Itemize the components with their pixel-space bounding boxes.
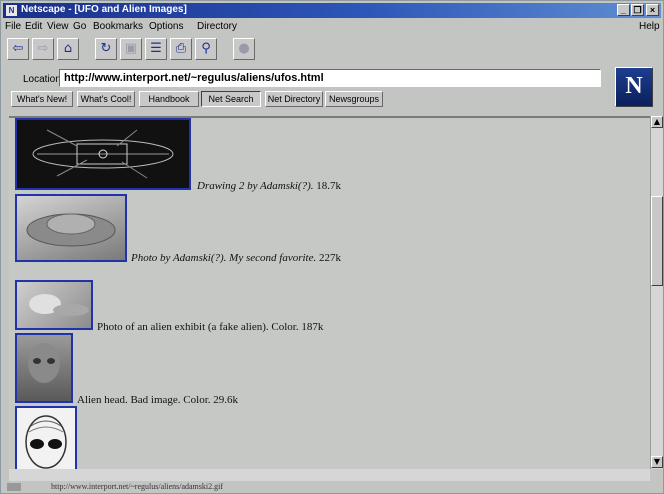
caption-photo: Photo by Adamski(?). My second favorite.… bbox=[131, 252, 341, 264]
caption-photo-text: Photo by Adamski(?). My second favorite. bbox=[131, 252, 317, 264]
images-icon[interactable]: ▣ bbox=[120, 38, 142, 60]
menu-go[interactable]: Go bbox=[73, 21, 86, 32]
status-bar: http://www.interport.net/~regulus/aliens… bbox=[3, 482, 661, 493]
menu-help[interactable]: Help bbox=[639, 21, 660, 32]
caption-exhibit-size: 187k bbox=[301, 321, 324, 333]
alien-exhibit-thumbnail[interactable] bbox=[15, 280, 93, 330]
caption-head: Alien head. Bad image. Color. 29.6k bbox=[77, 394, 238, 406]
netscape-logo[interactable]: N bbox=[615, 67, 653, 107]
toolbar: ⇦ ⇨ ⌂ ↻ ▣ ☰ ⎙ ⚲ ● bbox=[7, 38, 657, 62]
print-icon[interactable]: ⎙ bbox=[170, 38, 192, 60]
status-text: http://www.interport.net/~regulus/aliens… bbox=[51, 482, 223, 491]
reload-icon[interactable]: ↻ bbox=[95, 38, 117, 60]
security-key-icon bbox=[7, 483, 21, 491]
caption-drawing-text: Drawing 2 by Adamski(?). bbox=[197, 180, 314, 192]
browser-window: N Netscape - [UFO and Alien Images] _ ❐ … bbox=[0, 0, 664, 494]
alien-drawing-thumbnail[interactable] bbox=[15, 406, 77, 471]
page-content: Drawing 2 by Adamski(?). 18.7k Photo by … bbox=[9, 116, 651, 471]
net-directory-button[interactable]: Net Directory bbox=[265, 91, 323, 107]
menu-view[interactable]: View bbox=[47, 21, 69, 32]
scroll-up-icon[interactable]: ▲ bbox=[651, 116, 663, 128]
newsgroups-button[interactable]: Newsgroups bbox=[325, 91, 383, 107]
menu-file[interactable]: File bbox=[5, 21, 21, 32]
minimize-button[interactable]: _ bbox=[617, 4, 630, 16]
handbook-button[interactable]: Handbook bbox=[139, 91, 199, 107]
menu-bar: File Edit View Go Bookmarks Options Dire… bbox=[3, 19, 661, 33]
caption-head-size: 29.6k bbox=[213, 394, 238, 406]
drawing-thumbnail[interactable] bbox=[15, 118, 191, 190]
whats-cool-button[interactable]: What's Cool! bbox=[77, 91, 135, 107]
scroll-thumb[interactable] bbox=[651, 196, 663, 286]
vertical-scrollbar[interactable]: ▲ ▼ bbox=[650, 116, 663, 469]
net-search-button[interactable]: Net Search bbox=[201, 91, 261, 107]
menu-edit[interactable]: Edit bbox=[25, 21, 42, 32]
menu-options[interactable]: Options bbox=[149, 21, 183, 32]
caption-drawing: Drawing 2 by Adamski(?). 18.7k bbox=[197, 180, 341, 192]
location-label: Location: bbox=[23, 74, 64, 85]
caption-exhibit-text: Photo of an alien exhibit (a fake alien)… bbox=[97, 321, 299, 333]
stop-icon[interactable]: ● bbox=[233, 38, 255, 60]
menu-directory[interactable]: Directory bbox=[197, 21, 237, 32]
caption-drawing-size: 18.7k bbox=[316, 180, 342, 192]
maximize-button[interactable]: ❐ bbox=[631, 4, 644, 16]
back-icon[interactable]: ⇦ bbox=[7, 38, 29, 60]
caption-head-text: Alien head. Bad image. Color. bbox=[77, 394, 211, 406]
location-url-field[interactable]: http://www.interport.net/~regulus/aliens… bbox=[59, 69, 601, 87]
caption-photo-size: 227k bbox=[318, 252, 341, 264]
caption-exhibit: Photo of an alien exhibit (a fake alien)… bbox=[97, 321, 323, 333]
close-button[interactable]: × bbox=[646, 4, 659, 16]
find-icon[interactable]: ⚲ bbox=[195, 38, 217, 60]
horizontal-scrollbar[interactable] bbox=[9, 469, 650, 481]
scroll-down-icon[interactable]: ▼ bbox=[651, 456, 663, 468]
open-icon[interactable]: ☰ bbox=[145, 38, 167, 60]
home-icon[interactable]: ⌂ bbox=[57, 38, 79, 60]
window-title: Netscape - [UFO and Alien Images] bbox=[21, 4, 187, 15]
forward-icon[interactable]: ⇨ bbox=[32, 38, 54, 60]
whats-new-button[interactable]: What's New! bbox=[11, 91, 73, 107]
menu-bookmarks[interactable]: Bookmarks bbox=[93, 21, 143, 32]
netscape-app-icon[interactable]: N bbox=[6, 5, 17, 16]
alien-head-thumbnail[interactable] bbox=[15, 333, 73, 403]
title-bar[interactable]: N Netscape - [UFO and Alien Images] _ ❐ … bbox=[3, 3, 661, 18]
photo-thumbnail[interactable] bbox=[15, 194, 127, 262]
